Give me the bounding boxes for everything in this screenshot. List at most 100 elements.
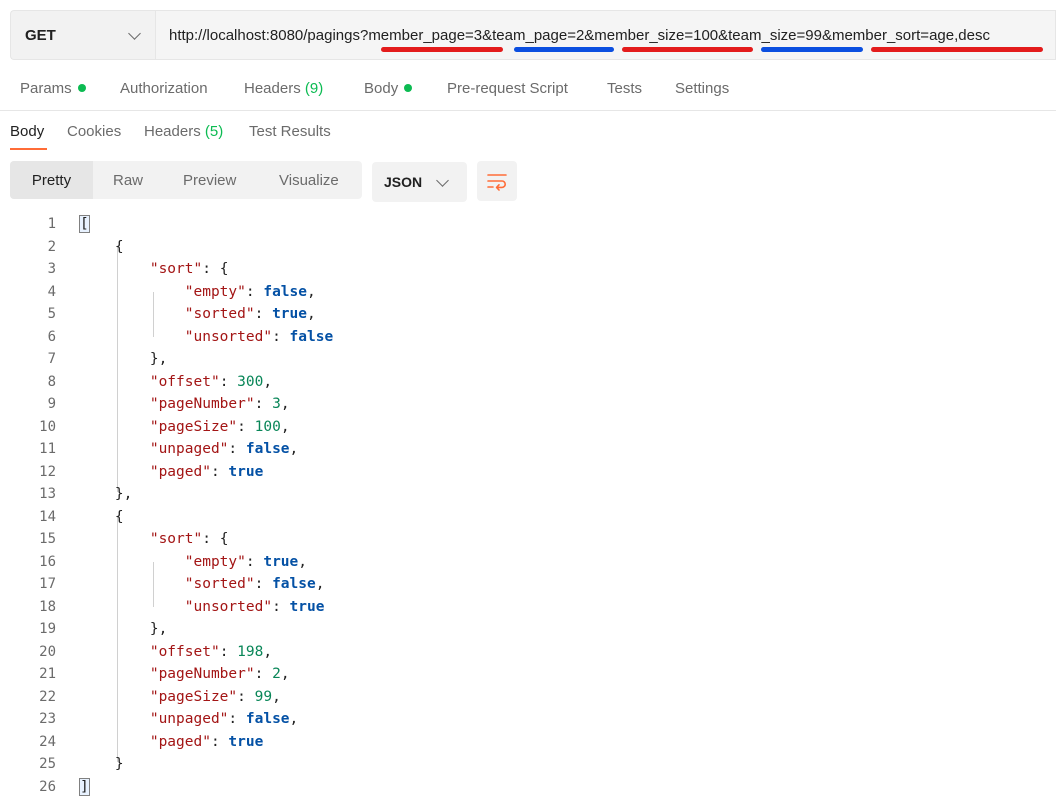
tab-prerequest-script[interactable]: Pre-request Script <box>447 80 568 97</box>
line-number: 8 <box>47 373 56 390</box>
json-punctuation: , <box>289 441 299 457</box>
wrap-lines-button[interactable] <box>477 161 517 201</box>
tab-settings[interactable]: Settings <box>675 80 729 97</box>
json-punctuation <box>80 329 185 345</box>
code-text: "sort": { <box>80 258 229 281</box>
line-number: 17 <box>39 576 56 592</box>
response-tab-test-results[interactable]: Test Results <box>249 123 331 140</box>
code-text: "unsorted": true <box>80 596 325 619</box>
json-key: "empty" <box>184 553 246 570</box>
json-key: "unsorted" <box>184 598 273 615</box>
code-text: "unpaged": false, <box>80 438 298 461</box>
line-number: 6 <box>47 328 56 345</box>
view-pretty-button[interactable]: Pretty <box>10 161 93 199</box>
code-text: "pageNumber": 3, <box>80 393 290 416</box>
json-punctuation: : <box>254 306 273 322</box>
view-visualize-button[interactable]: Visualize <box>279 161 339 199</box>
json-punctuation <box>80 396 150 412</box>
status-dot-icon <box>404 84 413 92</box>
annotation-underline-team-page <box>514 47 614 52</box>
code-line: 1[ <box>0 213 1056 236</box>
line-number: 22 <box>39 688 56 705</box>
json-boolean: true <box>228 733 264 750</box>
line-number: 10 <box>39 418 56 435</box>
request-url-bar: GET http://localhost:8080/pagings?member… <box>10 10 1056 60</box>
annotation-underline-team-size <box>761 47 863 52</box>
wrap-lines-icon <box>487 174 507 191</box>
response-tab-headers[interactable]: Headers (5) <box>144 123 223 140</box>
code-line: 23 "unpaged": false, <box>0 708 1056 731</box>
json-key: "sort" <box>149 261 203 277</box>
code-line: 12 "paged": true <box>0 461 1056 484</box>
annotation-underline-member-sort <box>871 47 1043 52</box>
view-preview-button[interactable]: Preview <box>183 161 236 199</box>
json-key: "sort" <box>149 531 203 547</box>
json-boolean: true <box>263 553 299 570</box>
response-headers-count-badge: (5) <box>204 123 224 140</box>
tab-body[interactable]: Body <box>364 80 413 97</box>
status-dot-icon <box>77 84 86 92</box>
json-punctuation: : <box>219 643 238 660</box>
view-mode-segmented-control: Pretty Raw Preview Visualize <box>10 161 362 199</box>
response-tab-body[interactable]: Body <box>10 123 44 140</box>
view-raw-button[interactable]: Raw <box>113 161 143 199</box>
json-number: 3 <box>272 396 281 412</box>
json-punctuation: : <box>245 553 264 570</box>
json-punctuation: , <box>280 396 290 412</box>
line-number: 24 <box>39 733 56 750</box>
json-punctuation <box>80 689 150 705</box>
json-boolean: true <box>289 598 325 615</box>
json-key: "paged" <box>149 733 211 750</box>
json-punctuation <box>80 554 185 570</box>
code-line: 2 { <box>0 236 1056 259</box>
code-text: "offset": 198, <box>80 641 272 664</box>
json-number: 2 <box>272 666 281 682</box>
code-line: 24 "paged": true <box>0 731 1056 754</box>
line-number: 5 <box>47 306 56 322</box>
json-punctuation <box>80 261 150 277</box>
line-number: 9 <box>47 396 56 412</box>
json-punctuation: : <box>237 688 255 705</box>
tab-tests[interactable]: Tests <box>607 80 642 97</box>
json-punctuation <box>80 441 150 457</box>
line-number: 3 <box>47 261 56 277</box>
json-boolean: false <box>245 441 290 457</box>
tab-authorization[interactable]: Authorization <box>120 80 208 97</box>
code-text: "pageSize": 99, <box>80 686 281 709</box>
json-number: 100 <box>254 418 281 435</box>
code-line: 26] <box>0 776 1056 799</box>
json-punctuation: : <box>228 441 246 457</box>
json-punctuation: , <box>280 418 290 435</box>
code-line: 8 "offset": 300, <box>0 371 1056 394</box>
code-line: 13 }, <box>0 483 1056 506</box>
json-punctuation: , <box>272 688 281 705</box>
line-number: 20 <box>39 643 56 660</box>
method-select[interactable]: GET <box>10 10 155 60</box>
response-body-code[interactable]: 1[2 { 3 "sort": {4 "empty": false, 5 "sort… <box>0 213 1056 798</box>
format-select[interactable]: JSON <box>372 162 467 202</box>
json-punctuation <box>80 576 185 592</box>
json-punctuation: : <box>272 598 290 615</box>
response-tab-headers-label: Headers <box>144 123 201 140</box>
url-text: http://localhost:8080/pagings?member_pag… <box>169 26 990 44</box>
code-text: }, <box>80 483 132 506</box>
active-tab-indicator <box>10 148 47 150</box>
json-punctuation: : <box>272 328 290 345</box>
code-line: 20 "offset": 198, <box>0 641 1056 664</box>
json-key: "paged" <box>149 463 211 480</box>
tab-headers[interactable]: Headers (9) <box>244 80 323 97</box>
code-text: } <box>80 753 124 776</box>
tab-params[interactable]: Params <box>20 80 86 97</box>
json-punctuation: , <box>315 576 325 592</box>
code-line: 4 "empty": false, <box>0 281 1056 304</box>
chevron-down-icon <box>436 173 449 187</box>
headers-count-badge: (9) <box>304 80 324 97</box>
code-text: "unpaged": false, <box>80 708 298 731</box>
url-input[interactable]: http://localhost:8080/pagings?member_pag… <box>155 10 1056 60</box>
json-punctuation <box>80 419 150 435</box>
json-key: "pageNumber" <box>149 666 255 682</box>
line-number: 26 <box>39 778 56 795</box>
code-line: 17 "sorted": false, <box>0 573 1056 596</box>
response-tab-cookies[interactable]: Cookies <box>67 123 121 140</box>
json-number: 99 <box>254 688 273 705</box>
